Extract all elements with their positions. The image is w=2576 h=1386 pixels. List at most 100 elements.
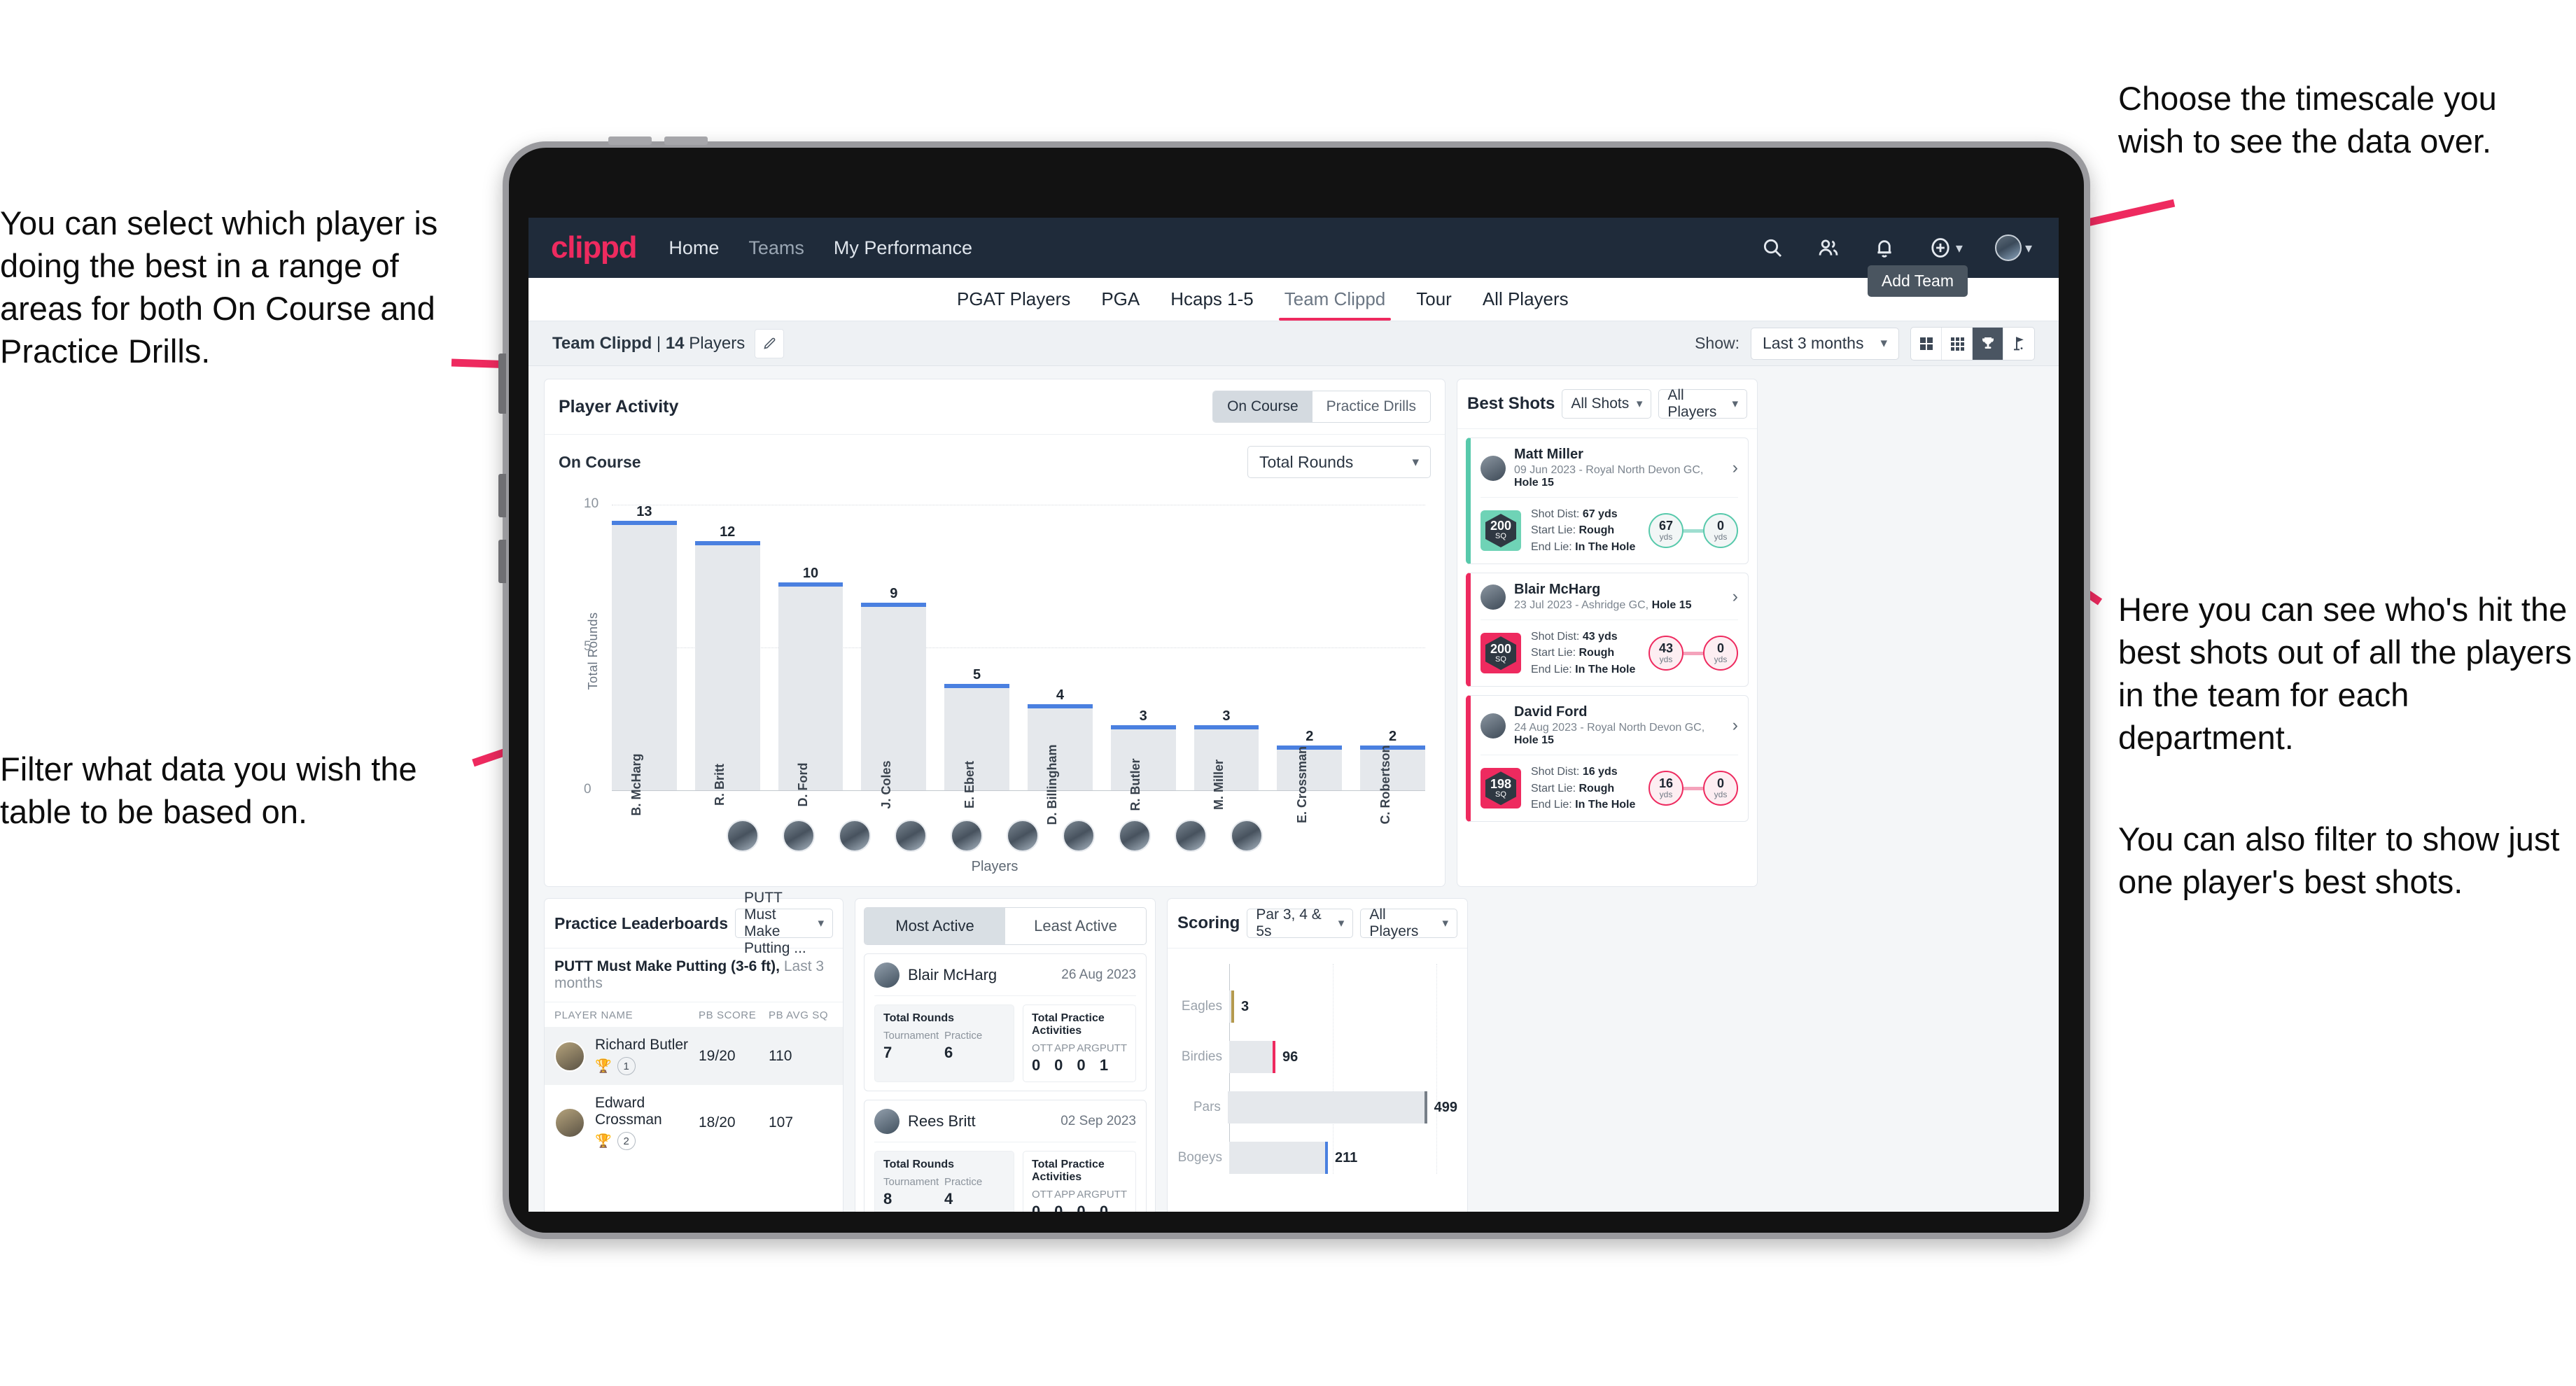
bar-value: 9 [890, 585, 898, 601]
best-shot-item[interactable]: David Ford 24 Aug 2023 - Royal North Dev… [1466, 695, 1749, 822]
shot-filter-select[interactable]: All Shots ▾ [1562, 389, 1652, 419]
column-pb-score: PB SCORE [699, 1009, 757, 1021]
tab-team-clippd[interactable]: Team Clippd [1269, 288, 1401, 321]
scoring-row[interactable]: Eagles 3 [1177, 990, 1457, 1023]
profile-menu[interactable]: ▾ [1994, 234, 2032, 261]
trophy-icon[interactable] [1973, 327, 2003, 360]
nav-link-my-performance[interactable]: My Performance [834, 237, 972, 259]
par-filter-select[interactable]: Par 3, 4 & 5s ▾ [1247, 906, 1354, 939]
toggle-on-course[interactable]: On Course [1213, 391, 1312, 422]
clippd-logo[interactable]: clippd [551, 230, 638, 265]
nav-link-home[interactable]: Home [668, 237, 719, 259]
bar-category-label: D. Ford [795, 762, 810, 807]
pb-avg-sq: 107 [769, 1114, 794, 1130]
trophy-icon: 🏆 [595, 1059, 612, 1074]
grid-3x3-icon[interactable] [1942, 327, 1973, 360]
tab-tour[interactable]: Tour [1401, 288, 1467, 321]
practice-activities-block: Total Practice Activities OTT 0 APP 0 ARG 0… [1023, 1004, 1136, 1082]
scoring-row[interactable]: Bogeys 211 [1177, 1142, 1457, 1174]
add-menu[interactable]: ▾ [1928, 236, 1963, 260]
shot-meta: 09 Jun 2023 - Royal North Devon GC, Hole… [1514, 464, 1724, 489]
dashboard-content: Player Activity On Course Practice Drill… [528, 366, 2059, 1212]
shot-filter-value: All Shots [1571, 396, 1630, 412]
search-icon[interactable] [1760, 236, 1784, 260]
avatar[interactable] [895, 820, 927, 852]
tab-most-active[interactable]: Most Active [864, 908, 1005, 944]
avatar[interactable] [1007, 820, 1039, 852]
table-row[interactable]: Richard Butler 🏆 1 19/20 110 [545, 1027, 843, 1085]
bell-icon[interactable] [1872, 236, 1896, 260]
avatar[interactable] [1231, 820, 1263, 852]
avatar[interactable] [1994, 234, 2022, 261]
chevron-right-icon[interactable]: › [1732, 715, 1738, 736]
table-row[interactable]: Edward Crossman 🏆 2 18/20 107 [545, 1085, 843, 1160]
tab-all-players[interactable]: All Players [1467, 288, 1584, 321]
avatar[interactable] [1175, 820, 1207, 852]
bar-group[interactable]: 9 J. Coles [861, 505, 927, 809]
trophy-icon: 🏆 [595, 1134, 612, 1149]
scoring-row[interactable]: Birdies 96 [1177, 1041, 1457, 1073]
scoring-player-filter-select[interactable]: All Players ▾ [1360, 906, 1457, 939]
people-icon[interactable] [1816, 236, 1840, 260]
rounds-key: Practice [944, 1030, 983, 1042]
player-filter-select[interactable]: All Players ▾ [1658, 387, 1747, 420]
practice-key: ARG [1077, 1042, 1100, 1054]
avatar[interactable] [727, 820, 759, 852]
bar-group[interactable]: 13 B. McHarg [612, 504, 677, 816]
shot-details: Shot Dist: 67 yds Start Lie: Rough End L… [1531, 506, 1635, 555]
practice-value: 0 [1077, 1203, 1086, 1212]
distance-diagram: 16 yds 0 yds [1648, 771, 1738, 806]
scoring-row[interactable]: Pars 499 [1177, 1091, 1457, 1124]
scoring-value: 499 [1434, 1099, 1457, 1115]
shot-details: Shot Dist: 43 yds Start Lie: Rough End L… [1531, 629, 1635, 678]
drill-select-value: PUTT Must Make Putting ... [744, 890, 806, 956]
golf-flag-icon[interactable] [2003, 328, 2034, 360]
avatar[interactable] [1119, 820, 1151, 852]
list-item[interactable]: Rees Britt 02 Sep 2023 Total Rounds Tour… [864, 1100, 1147, 1212]
rank-badge: 1 [617, 1057, 636, 1075]
best-shot-body: 200 SQ Shot Dist: 43 yds Start Lie: Roug… [1480, 620, 1738, 678]
best-shot-item[interactable]: Blair McHarg 23 Jul 2023 - Ashridge GC, … [1466, 573, 1749, 687]
bar-group[interactable]: 3 M. Miller [1194, 505, 1259, 810]
best-shot-item[interactable]: Matt Miller 09 Jun 2023 - Royal North De… [1466, 438, 1749, 565]
chevron-right-icon[interactable]: › [1732, 458, 1738, 478]
badge-value: 200 [1490, 519, 1512, 533]
avatar[interactable] [951, 820, 983, 852]
metric-select[interactable]: Total Rounds ▾ [1247, 446, 1431, 478]
annotation-right-middle: Here you can see who's hit the best shot… [2118, 591, 2572, 757]
bar-category-label: E. Crossman [1294, 746, 1309, 824]
best-shot-body: 198 SQ Shot Dist: 16 yds Start Lie: Roug… [1480, 755, 1738, 813]
tab-pga[interactable]: PGA [1086, 288, 1155, 321]
bar-group[interactable]: 12 R. Britt [694, 505, 760, 806]
bar-group[interactable]: 3 R. Butler [1110, 505, 1176, 811]
list-item[interactable]: Blair McHarg 26 Aug 2023 Total Rounds To… [864, 953, 1147, 1091]
bar-group[interactable]: 4 D. Billingham [1027, 505, 1093, 825]
shot-meta: 24 Aug 2023 - Royal North Devon GC, Hole… [1514, 722, 1724, 747]
bar-group[interactable]: 5 E. Ebert [944, 505, 1009, 808]
pencil-icon[interactable] [755, 328, 785, 358]
bar-group[interactable]: 10 D. Ford [778, 505, 844, 807]
team-name: Team Clippd [552, 333, 652, 353]
scoring-label: Eagles [1181, 999, 1222, 1014]
avatar[interactable] [1063, 820, 1095, 852]
tab-pgat-players[interactable]: PGAT Players [941, 288, 1086, 321]
chevron-right-icon[interactable]: › [1732, 587, 1738, 607]
start-lie-value: Rough [1578, 524, 1615, 537]
toggle-practice-drills[interactable]: Practice Drills [1312, 391, 1430, 422]
avatar[interactable] [839, 820, 871, 852]
plus-circle-icon[interactable] [1928, 236, 1952, 260]
bar-group[interactable]: 2 C. Robertson [1360, 505, 1425, 825]
dashboard-row-top: Player Activity On Course Practice Drill… [544, 379, 2043, 887]
nav-link-teams[interactable]: Teams [748, 237, 804, 259]
grid-2x2-icon[interactable] [1911, 327, 1942, 360]
scoring-value: 3 [1241, 998, 1250, 1014]
timescale-select[interactable]: Last 3 months ▾ [1751, 327, 1899, 360]
start-lie-value: Rough [1578, 782, 1615, 794]
drill-select[interactable]: PUTT Must Make Putting ... ▾ [735, 890, 833, 956]
tab-least-active[interactable]: Least Active [1005, 908, 1146, 944]
hexagon-badge: 198 SQ [1485, 771, 1516, 806]
bar-group[interactable]: 2 E. Crossman [1277, 505, 1343, 823]
hole-number: Hole 15 [1514, 477, 1554, 489]
avatar[interactable] [783, 820, 815, 852]
tab-hcaps-1-5[interactable]: Hcaps 1-5 [1155, 288, 1269, 321]
